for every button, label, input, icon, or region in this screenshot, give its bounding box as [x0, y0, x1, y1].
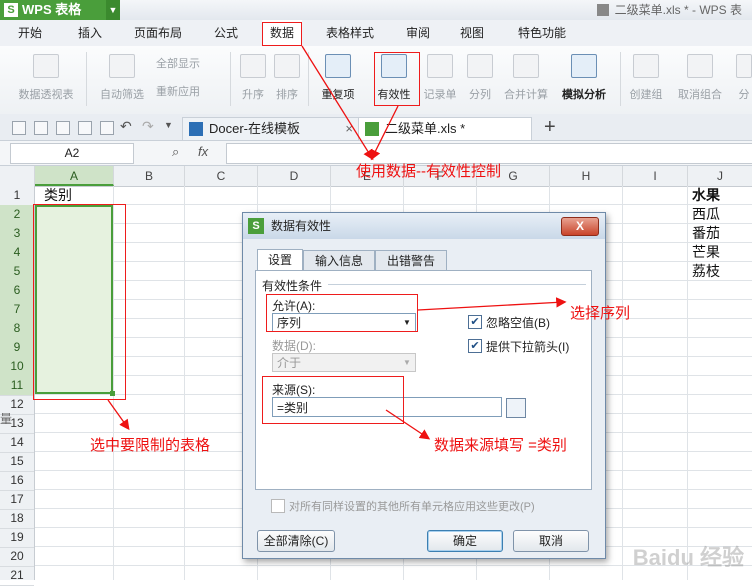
arrow-source [385, 409, 431, 440]
baidu-watermark: Baidu 经验 [632, 545, 744, 570]
arrow-select-range [107, 399, 130, 431]
arrow-data-menu [301, 45, 374, 161]
arrow-validation [370, 105, 399, 161]
annotation-arrows [107, 45, 567, 440]
arrow-select-sequence [417, 297, 567, 311]
